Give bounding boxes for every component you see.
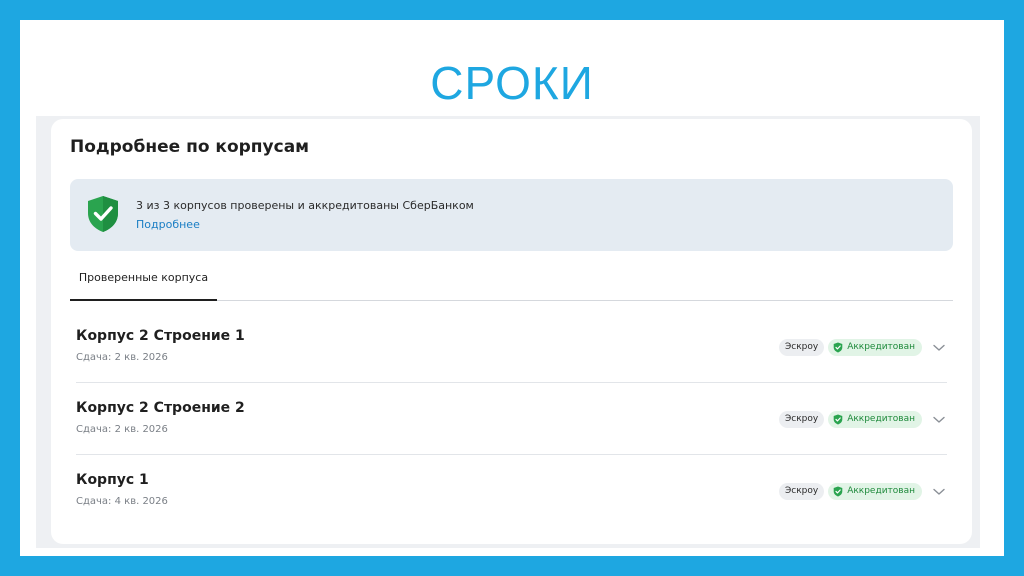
accredited-badge: Аккредитован — [828, 339, 922, 356]
chevron-down-icon[interactable] — [933, 416, 945, 424]
tabs-bar: Проверенные корпуса — [70, 263, 953, 301]
shield-check-icon — [833, 414, 843, 425]
verification-banner: 3 из 3 корпусов проверены и аккредитован… — [70, 179, 953, 251]
slide: СРОКИ Подробнее по корпусам 3 из 3 корпу… — [20, 20, 1004, 556]
accredited-badge: Аккредитован — [828, 411, 922, 428]
building-name: Корпус 2 Строение 1 — [76, 328, 245, 344]
screenshot-area: Подробнее по корпусам 3 из 3 корпусов пр… — [36, 116, 980, 548]
accredited-label: Аккредитован — [847, 414, 915, 424]
building-name: Корпус 2 Строение 2 — [76, 400, 245, 416]
accredited-label: Аккредитован — [847, 342, 915, 352]
buildings-list: Корпус 2 Строение 1 Сдача: 2 кв. 2026 Эс… — [76, 311, 947, 526]
shield-check-icon — [88, 196, 118, 232]
building-badges: Эскроу Аккредитован — [778, 339, 947, 356]
card-heading: Подробнее по корпусам — [70, 137, 310, 157]
chevron-down-icon[interactable] — [933, 344, 945, 352]
verification-text: 3 из 3 корпусов проверены и аккредитован… — [136, 199, 474, 212]
escrow-badge: Эскроу — [778, 339, 825, 356]
building-badges: Эскроу Аккредитован — [778, 483, 947, 500]
building-row[interactable]: Корпус 1 Сдача: 4 кв. 2026 Эскроу Аккред… — [76, 455, 947, 526]
buildings-card: Подробнее по корпусам 3 из 3 корпусов пр… — [51, 119, 972, 544]
escrow-badge: Эскроу — [778, 483, 825, 500]
escrow-badge: Эскроу — [778, 411, 825, 428]
accredited-badge: Аккредитован — [828, 483, 922, 500]
chevron-down-icon[interactable] — [933, 488, 945, 496]
details-link[interactable]: Подробнее — [136, 218, 200, 231]
building-row[interactable]: Корпус 2 Строение 1 Сдача: 2 кв. 2026 Эс… — [76, 311, 947, 383]
tab-verified-buildings[interactable]: Проверенные корпуса — [70, 263, 217, 301]
building-row[interactable]: Корпус 2 Строение 2 Сдача: 2 кв. 2026 Эс… — [76, 383, 947, 455]
building-name: Корпус 1 — [76, 472, 149, 488]
accredited-label: Аккредитован — [847, 486, 915, 496]
slide-title: СРОКИ — [430, 57, 594, 109]
shield-check-icon — [833, 486, 843, 497]
building-delivery: Сдача: 2 кв. 2026 — [76, 424, 168, 435]
building-delivery: Сдача: 4 кв. 2026 — [76, 496, 168, 507]
building-badges: Эскроу Аккредитован — [778, 411, 947, 428]
building-delivery: Сдача: 2 кв. 2026 — [76, 352, 168, 363]
shield-check-icon — [833, 342, 843, 353]
